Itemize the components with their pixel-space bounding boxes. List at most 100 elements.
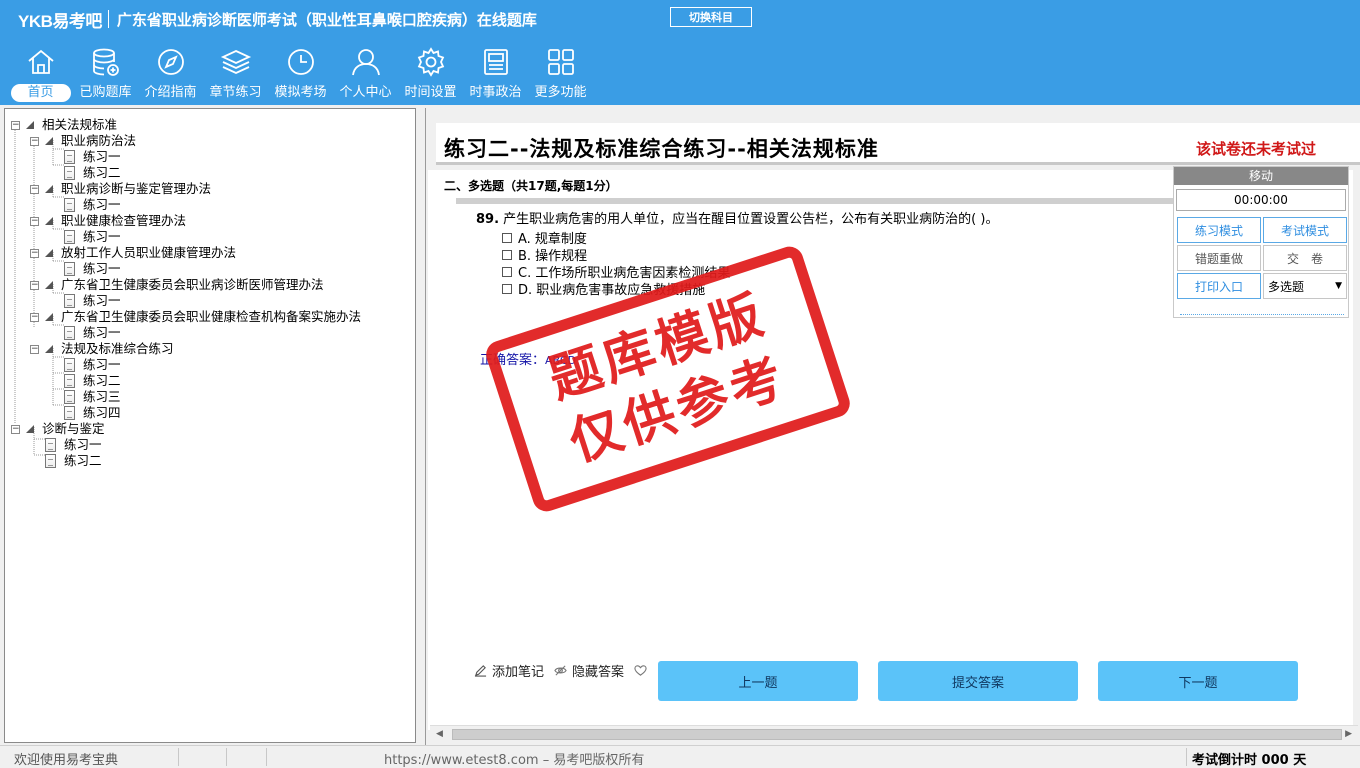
question-number: 89. — [476, 212, 500, 227]
tree-node-label: 练习二 — [64, 453, 102, 468]
submit-answer-button[interactable]: 提交答案 — [878, 661, 1078, 701]
status-divider — [178, 748, 179, 766]
collapse-toggle-icon[interactable]: − — [30, 248, 39, 258]
nav-personal-center[interactable]: 个人中心 — [333, 46, 398, 102]
tree-group-node[interactable]: − 职业病防治法 — [30, 133, 136, 149]
tree-leaf-node[interactable]: 练习一 — [49, 261, 121, 277]
collapse-toggle-icon[interactable]: − — [30, 344, 39, 354]
status-divider — [1186, 748, 1187, 766]
scroll-right-arrow[interactable]: ▶ — [1345, 729, 1352, 739]
print-button[interactable]: 打印入口 — [1177, 273, 1261, 299]
horizontal-scrollbar[interactable]: ◀ ▶ — [430, 725, 1358, 742]
tree-leaf-node[interactable]: 练习四 — [49, 405, 121, 421]
tree-node-label: 练习一 — [83, 293, 121, 308]
document-icon — [64, 374, 75, 388]
question-type-value: 多选题 — [1268, 279, 1305, 294]
tree-group-node[interactable]: − 广东省卫生健康委员会职业健康检查机构备案实施办法 — [30, 309, 361, 325]
tree-group-node[interactable]: − 职业病诊断与鉴定管理办法 — [30, 181, 211, 197]
question-stem: 产生职业病危害的用人单位，应当在醒目位置设置公告栏，公布有关职业病防治的( )。 — [503, 212, 999, 227]
tree-node-label: 练习四 — [83, 405, 121, 420]
tree-group-node[interactable]: − 放射工作人员职业健康管理办法 — [30, 245, 236, 261]
tree-node-label: 练习二 — [83, 373, 121, 388]
collapse-toggle-icon[interactable]: − — [11, 120, 20, 130]
tree-leaf-node[interactable]: 练习二 — [30, 453, 102, 469]
nav-current-affairs[interactable]: 时事政治 — [463, 46, 528, 102]
nav-guide[interactable]: 介绍指南 — [138, 46, 203, 102]
exam-mode-button[interactable]: 考试模式 — [1263, 217, 1347, 243]
scroll-thumb[interactable] — [452, 729, 1342, 740]
compass-icon — [157, 49, 184, 75]
redo-wrong-button[interactable]: 错题重做 — [1177, 245, 1261, 271]
note-tools: 添加笔记 隐藏答案 — [474, 661, 662, 680]
favorite-toggle[interactable] — [634, 664, 652, 677]
tree-leaf-node[interactable]: 练习一 — [49, 293, 121, 309]
collapse-toggle-icon[interactable]: − — [30, 280, 39, 290]
question-text: 89. 产生职业病危害的用人单位，应当在醒目位置设置公告栏，公布有关职业病防治的… — [476, 208, 998, 227]
panel-drag-handle[interactable]: 移动 — [1174, 167, 1348, 185]
document-icon — [64, 406, 75, 420]
tree-node-label: 放射工作人员职业健康管理办法 — [61, 245, 237, 260]
tree-leaf-node[interactable]: 练习一 — [49, 197, 121, 213]
tree-leaf-node[interactable]: 练习一 — [49, 149, 121, 165]
hand-in-button[interactable]: 交 卷 — [1263, 245, 1347, 271]
tree-node-label: 广东省卫生健康委员会职业病诊断医师管理办法 — [61, 277, 324, 292]
nav-home[interactable]: 首页 — [8, 46, 73, 102]
tree-group-node[interactable]: − 广东省卫生健康委员会职业病诊断医师管理办法 — [30, 277, 324, 293]
tree-leaf-node[interactable]: 练习一 — [49, 325, 121, 341]
scroll-left-arrow[interactable]: ◀ — [436, 729, 443, 739]
option-checkbox[interactable] — [502, 249, 512, 260]
nav-time-settings[interactable]: 时间设置 — [398, 46, 463, 102]
prev-question-button[interactable]: 上一题 — [658, 661, 858, 701]
next-question-button[interactable]: 下一题 — [1098, 661, 1298, 701]
tree-leaf-node[interactable]: 练习一 — [49, 357, 121, 373]
tree-group-node[interactable]: − 诊断与鉴定 — [11, 421, 105, 437]
switch-subject-button[interactable]: 切换科目 — [670, 7, 752, 27]
nav-chapter-practice[interactable]: 章节练习 — [203, 46, 268, 102]
tree-leaf-node[interactable]: 练习三 — [49, 389, 121, 405]
option-checkbox[interactable] — [502, 232, 512, 243]
folder-triangle-icon — [26, 121, 34, 129]
tree-node-label: 练习一 — [83, 261, 121, 276]
tree-leaf-node[interactable]: 练习二 — [49, 165, 121, 181]
collapse-toggle-icon[interactable]: − — [30, 312, 39, 322]
app-header: YKB易考吧 广东省职业病诊断医师考试（职业性耳鼻喉口腔疾病）在线题库 切换科目… — [0, 0, 1360, 105]
collapse-toggle-icon[interactable]: − — [30, 184, 39, 194]
nav-purchased[interactable]: 已购题库 — [73, 46, 138, 102]
nav-mock-exam[interactable]: 模拟考场 — [268, 46, 333, 102]
eye-off-icon — [554, 665, 567, 676]
paper-header: 练习二--法规及标准综合练习--相关法规标准 该试卷还未考试过 — [436, 123, 1360, 165]
option-checkbox[interactable] — [502, 283, 512, 294]
nav-label: 介绍指南 — [144, 85, 197, 100]
grid-icon — [547, 49, 574, 75]
nav-label: 已购题库 — [79, 85, 132, 100]
tree-node-label: 练习一 — [64, 437, 102, 452]
collapse-toggle-icon[interactable]: − — [11, 424, 20, 434]
hide-answer-link[interactable]: 隐藏答案 — [554, 661, 624, 680]
document-icon — [64, 326, 75, 340]
tree-node-label: 广东省卫生健康委员会职业健康检查机构备案实施办法 — [61, 309, 362, 324]
tree-group-node[interactable]: − 相关法规标准 — [11, 117, 117, 133]
collapse-toggle-icon[interactable]: − — [30, 136, 39, 146]
document-icon — [45, 454, 56, 468]
document-icon — [64, 166, 75, 180]
nav-more[interactable]: 更多功能 — [528, 46, 593, 102]
tree-node-label: 练习三 — [83, 389, 121, 404]
practice-mode-button[interactable]: 练习模式 — [1177, 217, 1261, 243]
database-icon — [92, 48, 119, 76]
section-title: 二、多选题（共17题,每题1分） — [444, 179, 618, 193]
welcome-text: 欢迎使用易考宝典 — [14, 753, 119, 768]
tree-leaf-node[interactable]: 练习二 — [49, 373, 121, 389]
tree-group-node[interactable]: − 法规及标准综合练习 — [30, 341, 174, 357]
add-note-link[interactable]: 添加笔记 — [474, 661, 544, 680]
document-icon — [64, 358, 75, 372]
option-checkbox[interactable] — [502, 266, 512, 277]
news-icon — [483, 49, 508, 75]
tree-leaf-node[interactable]: 练习一 — [49, 229, 121, 245]
layers-icon — [220, 50, 251, 74]
question-type-select[interactable]: 多选题 ▼ — [1263, 273, 1347, 299]
tree-group-node[interactable]: − 职业健康检查管理办法 — [30, 213, 186, 229]
document-icon — [64, 150, 75, 164]
tree-node-label: 职业病防治法 — [61, 133, 137, 148]
collapse-toggle-icon[interactable]: − — [30, 216, 39, 226]
tree-leaf-node[interactable]: 练习一 — [30, 437, 102, 453]
